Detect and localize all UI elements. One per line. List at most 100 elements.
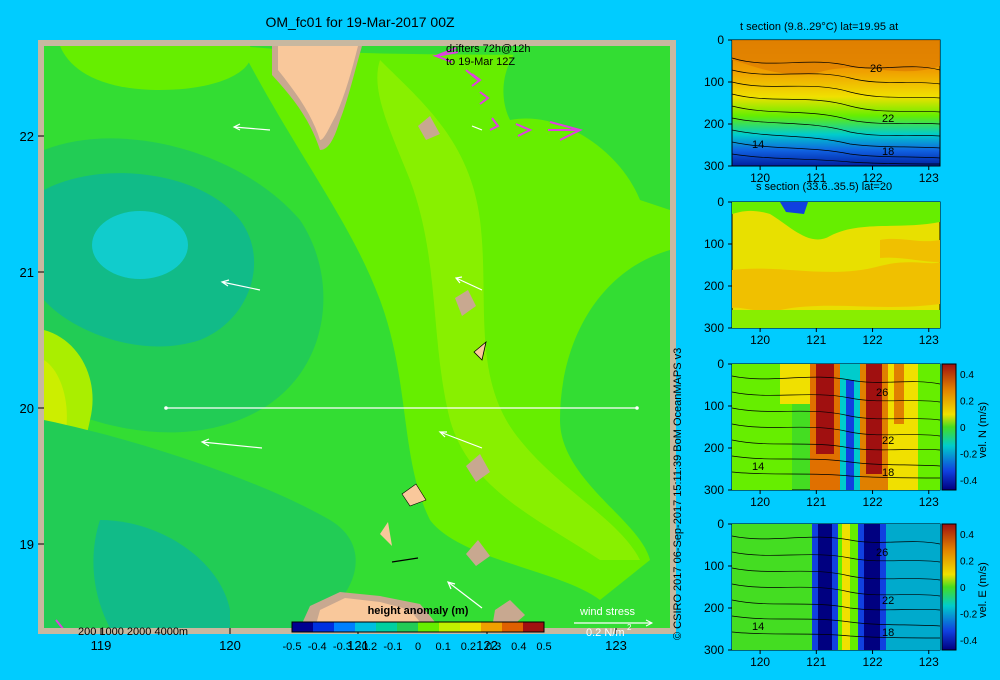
lon-tick-label: 122 xyxy=(863,655,883,669)
lon-tick-label: 120 xyxy=(750,495,770,509)
velocity-colorbar-tick-label: 0 xyxy=(960,583,966,594)
lon-tick-label: 121 xyxy=(806,171,826,185)
depth-tick-label: 300 xyxy=(704,643,724,657)
depth-tick-label: 200 xyxy=(704,601,724,615)
depth-tick-label: 200 xyxy=(704,117,724,131)
depth-tick-label: 300 xyxy=(704,483,724,497)
colorbar-swatch xyxy=(397,622,419,632)
velocity-colorbar-tick-label: -0.4 xyxy=(960,636,978,647)
depth-tick-label: 100 xyxy=(704,237,724,251)
depth-tick-label: 100 xyxy=(704,399,724,413)
contour-label: 22 xyxy=(882,595,894,607)
salinity-section xyxy=(731,201,941,329)
lon-tick-label: 122 xyxy=(863,333,883,347)
vel-e-colorbar-label: vel. E (m/s) xyxy=(977,562,989,618)
depth-tick-label: 200 xyxy=(704,441,724,455)
colorbar-swatch xyxy=(418,622,440,632)
colorbar-swatch xyxy=(523,622,545,632)
y-tick-label: 20 xyxy=(20,401,34,416)
depth-tick-label: 0 xyxy=(717,195,724,209)
lon-tick-label: 120 xyxy=(750,655,770,669)
panel-title: t section (9.8..29°C) lat=19.95 at xyxy=(740,21,898,33)
lon-tick-label: 121 xyxy=(806,655,826,669)
colorbar-tick-label: 0.5 xyxy=(536,641,551,653)
depth-tick-label: 100 xyxy=(704,75,724,89)
velocity-colorbar-tick-label: 0.2 xyxy=(960,557,974,568)
colorbar-tick-label: 0.1 xyxy=(436,641,451,653)
section-panels: t section (9.8..29°C) lat=19.95 at 26 22… xyxy=(704,21,989,669)
drifter-label: drifters 72h@12h xyxy=(446,43,531,55)
contour-label: 22 xyxy=(882,435,894,447)
contour-label: 18 xyxy=(882,467,894,479)
velocity-colorbar-tick-label: 0.2 xyxy=(960,397,974,408)
contour-label: 26 xyxy=(876,387,888,399)
contour-label: 18 xyxy=(882,146,894,158)
depth-legend: 200 1000 2000 4000m xyxy=(78,626,188,638)
credit-text: © CSIRO 2017 06-Sep-2017 15:11:39 BoM Oc… xyxy=(672,347,684,640)
colorbar-tick-label: -0.4 xyxy=(308,641,327,653)
lon-tick-label: 121 xyxy=(806,495,826,509)
lon-tick-label: 123 xyxy=(919,655,939,669)
lon-tick-label: 121 xyxy=(806,333,826,347)
lon-tick-label: 123 xyxy=(919,171,939,185)
contour-label: 14 xyxy=(752,461,764,473)
y-tick-label: 21 xyxy=(20,265,34,280)
lon-tick-label: 123 xyxy=(919,495,939,509)
x-tick-label: 119 xyxy=(91,638,112,653)
x-tick-label: 123 xyxy=(605,638,627,653)
velocity-colorbar-tick-label: -0.2 xyxy=(960,450,978,461)
contour-label: 14 xyxy=(752,621,764,633)
lon-tick-label: 120 xyxy=(750,171,770,185)
colorbar-swatch xyxy=(334,622,356,632)
depth-tick-label: 300 xyxy=(704,321,724,335)
lon-tick-label: 122 xyxy=(863,495,883,509)
contour-label: 26 xyxy=(876,547,888,559)
lon-tick-label: 122 xyxy=(863,171,883,185)
wind-stress-label: wind stress xyxy=(579,606,636,618)
colorbar-swatch xyxy=(313,622,335,632)
ssh-colorbar xyxy=(291,621,545,633)
colorbar-tick-label: 0.3 xyxy=(486,641,501,653)
colorbar-swatch xyxy=(439,622,461,632)
vel-n-section: 26 22 18 14 xyxy=(731,363,941,491)
colorbar-title: height anomaly (m) xyxy=(368,605,469,617)
contour-label: 26 xyxy=(870,63,882,75)
depth-tick-label: 200 xyxy=(704,279,724,293)
colorbar-tick-label: 0.2 xyxy=(461,641,476,653)
depth-tick-label: 300 xyxy=(704,159,724,173)
vel-e-section: 26 22 18 14 xyxy=(731,523,941,651)
colorbar-tick-label: 0 xyxy=(415,641,421,653)
velocity-colorbar-tick-label: -0.4 xyxy=(960,476,978,487)
lon-tick-label: 120 xyxy=(750,333,770,347)
wind-scale-exponent: 2 xyxy=(627,623,632,632)
velocity-colorbar-tick-label: -0.2 xyxy=(960,610,978,621)
colorbar-swatch xyxy=(460,622,482,632)
vel-n-colorbar xyxy=(941,363,957,491)
depth-tick-label: 0 xyxy=(717,33,724,47)
y-tick-label: 22 xyxy=(20,129,34,144)
colorbar-tick-label: -0.1 xyxy=(383,641,402,653)
contour-label: 18 xyxy=(882,627,894,639)
lon-tick-label: 123 xyxy=(919,333,939,347)
x-tick-label: 120 xyxy=(219,638,241,653)
depth-tick-label: 0 xyxy=(717,517,724,531)
main-map: 119 120 121 122 123 22 21 20 19 drifters… xyxy=(20,40,676,653)
colorbar-tick-label: -0.2 xyxy=(358,641,377,653)
colorbar-tick-label: -0.3 xyxy=(333,641,352,653)
vel-e-colorbar xyxy=(941,523,957,651)
temperature-section: 26 22 18 14 xyxy=(731,39,941,167)
colorbar-swatch xyxy=(481,622,503,632)
y-tick-label: 19 xyxy=(20,537,34,552)
depth-tick-label: 0 xyxy=(717,357,724,371)
contour-label: 22 xyxy=(882,113,894,125)
wind-scale-label: 0.2 N/m xyxy=(586,627,625,639)
colorbar-swatch xyxy=(355,622,377,632)
velocity-colorbar-tick-label: 0 xyxy=(960,423,966,434)
velocity-colorbar-tick-label: 0.4 xyxy=(960,530,974,541)
drifter-label: to 19-Mar 12Z xyxy=(446,56,515,68)
velocity-colorbar-tick-label: 0.4 xyxy=(960,370,974,381)
contour-label: 14 xyxy=(752,139,764,151)
colorbar-swatch xyxy=(502,622,524,632)
depth-tick-label: 100 xyxy=(704,559,724,573)
colorbar-tick-label: -0.5 xyxy=(283,641,302,653)
